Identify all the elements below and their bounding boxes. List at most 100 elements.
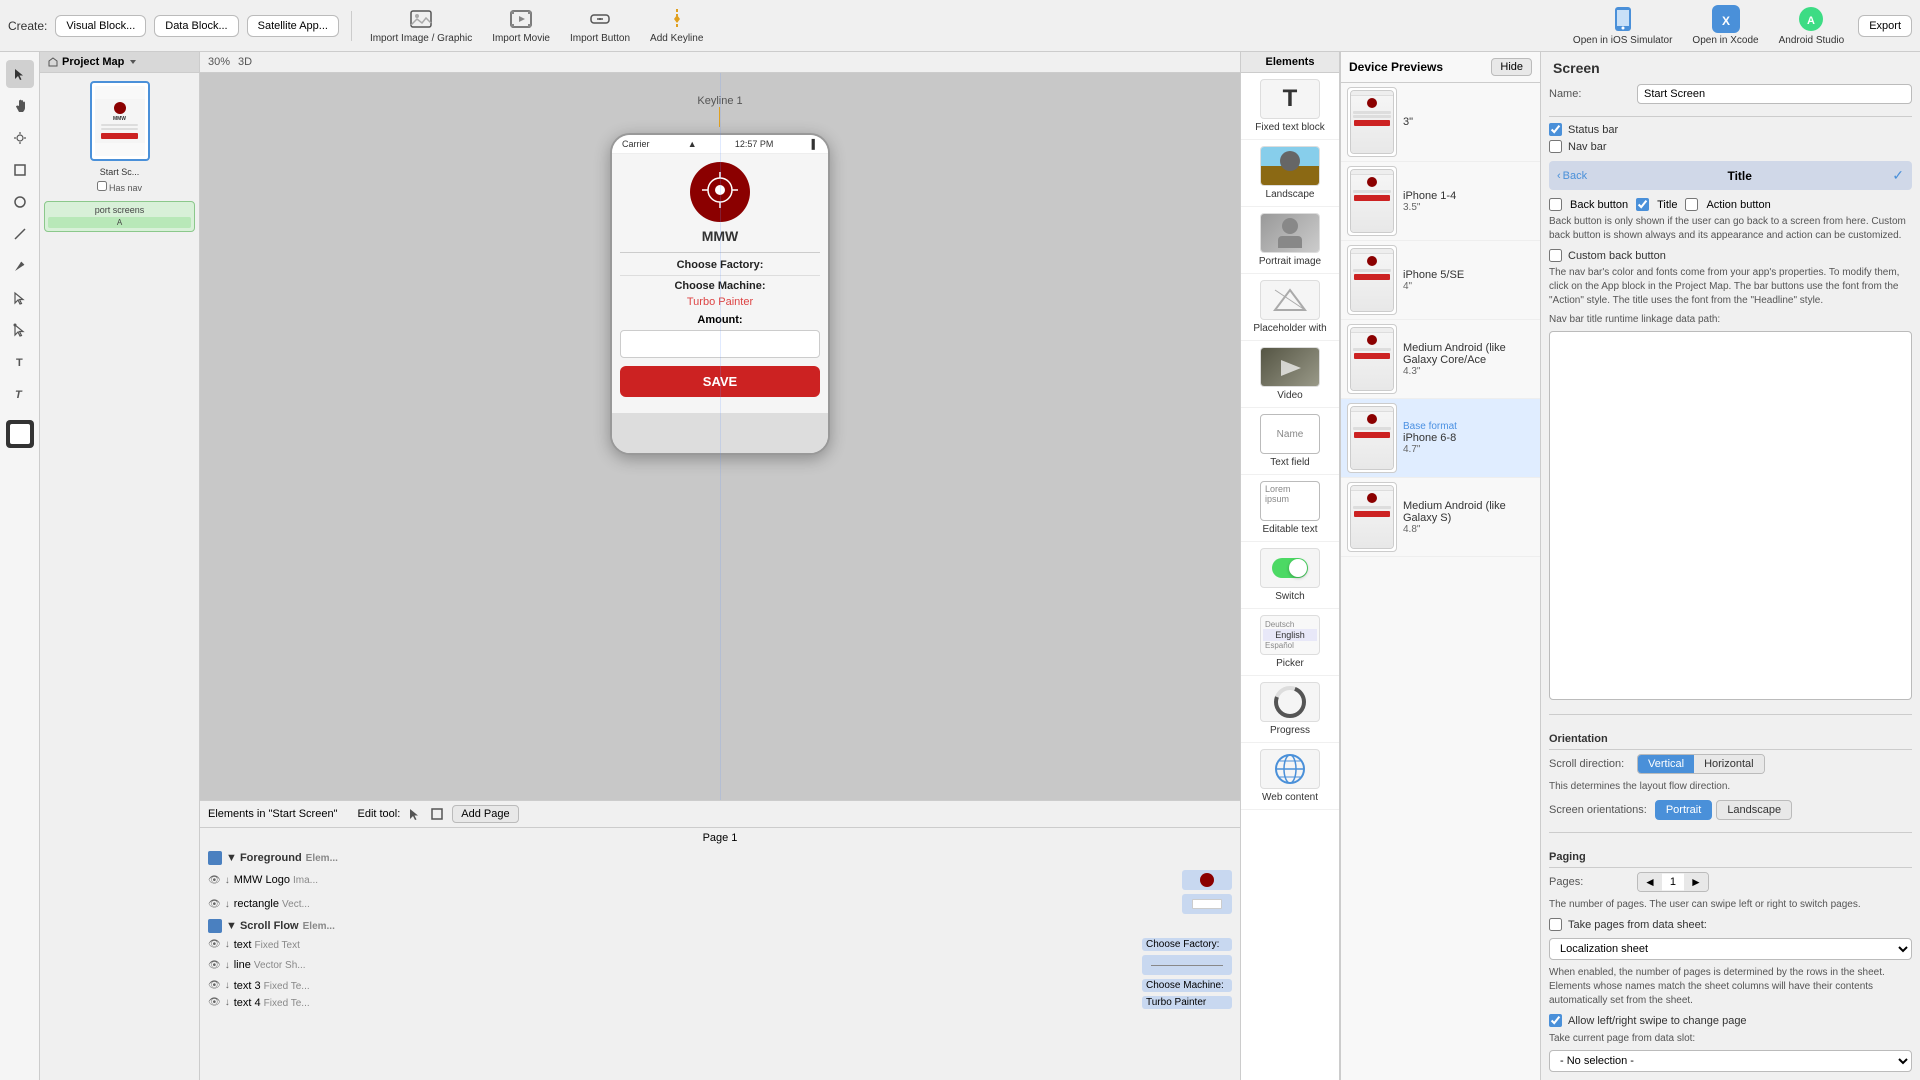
element-picker[interactable]: Deutsch English Español Picker [1241, 609, 1339, 676]
add-page-button[interactable]: Add Page [452, 805, 518, 823]
has-nav-checkbox[interactable] [97, 181, 107, 191]
line-name: line Vector Sh... [234, 959, 1138, 971]
phone-save-button[interactable]: SAVE [620, 366, 820, 397]
cursor-tool[interactable] [6, 60, 34, 88]
text-tool[interactable]: T [6, 348, 34, 376]
open-ios-simulator-button[interactable]: Open in iOS Simulator [1567, 3, 1679, 48]
take-pages-checkbox[interactable] [1549, 918, 1562, 931]
back-button-checkbox[interactable] [1549, 198, 1562, 211]
canvas-main: Keyline 1 Carrier ▲ 12:57 PM ▌ [200, 73, 1240, 800]
select3-tool[interactable] [6, 316, 34, 344]
editable-text-thumb: Lorem ipsum [1260, 481, 1320, 521]
pages-increment-button[interactable]: ► [1684, 873, 1708, 891]
element-placeholder[interactable]: Placeholder with [1241, 274, 1339, 341]
title-checkbox[interactable] [1636, 198, 1649, 211]
portrait-btn[interactable]: Portrait [1655, 800, 1712, 820]
vertical-btn[interactable]: Vertical [1638, 755, 1694, 773]
horizontal-btn[interactable]: Horizontal [1694, 755, 1764, 773]
satellite-app-button[interactable]: Satellite App... [247, 15, 339, 37]
select2-tool[interactable] [6, 284, 34, 312]
nav-bar-checkbox[interactable] [1549, 140, 1562, 153]
color-swatch[interactable] [6, 420, 34, 448]
mini-phone-btn5 [1354, 432, 1390, 438]
mmw-logo-row[interactable]: 👁 ↓ MMW Logo Ima... [204, 868, 1236, 892]
line-eye-icon[interactable]: 👁 [208, 960, 221, 971]
import-image-button[interactable]: Import Image / Graphic [364, 5, 478, 46]
element-editable-text[interactable]: Lorem ipsum Editable text [1241, 475, 1339, 542]
device-item-android-medium[interactable]: Medium Android (like Galaxy Core/Ace 4.3… [1341, 320, 1540, 399]
text-fixed-text-row[interactable]: 👁 ↓ text Fixed Text Choose Factory: [204, 936, 1236, 953]
element-switch[interactable]: Switch [1241, 542, 1339, 609]
svg-text:T: T [16, 357, 23, 369]
screen-name-input[interactable] [1637, 84, 1912, 104]
circle-icon [13, 195, 27, 209]
pages-value: 1 [1662, 874, 1684, 890]
text3-row[interactable]: 👁 ↓ text 3 Fixed Te... Choose Machine: [204, 977, 1236, 994]
foreground-group-header[interactable]: ▼ Foreground Elem... [204, 848, 1236, 868]
screen-thumbnail[interactable]: MMW [90, 81, 150, 161]
device-item-3inch[interactable]: 3" [1341, 83, 1540, 162]
phone-brand: MMW [620, 228, 820, 244]
export-button[interactable]: Export [1858, 15, 1912, 37]
device-item-android-s[interactable]: Medium Android (like Galaxy S) 4.8" [1341, 478, 1540, 557]
line-tool[interactable] [6, 220, 34, 248]
action-button-checkbox[interactable] [1685, 198, 1698, 211]
device-item-iphone14[interactable]: iPhone 1-4 3.5" [1341, 162, 1540, 241]
nav-color-info: The nav bar's color and fonts come from … [1549, 266, 1912, 308]
text4-eye-icon[interactable]: 👁 [208, 997, 221, 1008]
visual-block-button[interactable]: Visual Block... [55, 15, 146, 37]
rect-tool[interactable] [6, 156, 34, 184]
text4-row[interactable]: 👁 ↓ text 4 Fixed Te... Turbo Painter [204, 994, 1236, 1011]
landscape-btn[interactable]: Landscape [1716, 800, 1792, 820]
custom-back-checkbox[interactable] [1549, 249, 1562, 262]
mmw-logo-eye-icon[interactable]: 👁 [208, 875, 221, 886]
orientation-section: Orientation [1549, 729, 1912, 750]
element-fixed-text-block[interactable]: T Fixed text block [1241, 73, 1339, 140]
data-block-button[interactable]: Data Block... [154, 15, 238, 37]
nav-title-path-input[interactable] [1549, 331, 1912, 700]
nav-bar-preview: ‹ Back Title ✓ [1549, 161, 1912, 190]
rectangle-eye-icon[interactable]: 👁 [208, 899, 221, 910]
add-keyline-button[interactable]: Add Keyline [644, 5, 709, 46]
mini-phone-logo-iphone68 [1367, 414, 1377, 424]
text2-tool[interactable]: T [6, 380, 34, 408]
switch-label: Switch [1275, 591, 1304, 602]
android-studio-button[interactable]: A Android Studio [1773, 3, 1851, 48]
screen-item[interactable]: MMW Start Sc... Has nav [44, 77, 195, 193]
pages-decrement-button[interactable]: ◄ [1638, 873, 1662, 891]
allow-swipe-checkbox[interactable] [1549, 1014, 1562, 1027]
paint-tool[interactable] [6, 252, 34, 280]
open-xcode-button[interactable]: X Open in Xcode [1686, 3, 1764, 48]
rectangle-row[interactable]: 👁 ↓ rectangle Vect... [204, 892, 1236, 916]
screen-orient-label: Screen orientations: [1549, 804, 1647, 816]
localization-sheet-select[interactable]: Localization sheet [1549, 938, 1912, 960]
circle-tool[interactable] [6, 188, 34, 216]
text3-eye-icon[interactable]: 👁 [208, 980, 221, 991]
scroll-flow-group-header[interactable]: ▼ Scroll Flow Elem... [204, 916, 1236, 936]
import-screens-area[interactable]: port screens A [44, 201, 195, 232]
device-item-iphone5se[interactable]: iPhone 5/SE 4" [1341, 241, 1540, 320]
element-web-content[interactable]: Web content [1241, 743, 1339, 810]
import-movie-button[interactable]: Import Movie [486, 5, 556, 46]
device-item-iphone68[interactable]: Base format iPhone 6-8 4.7" [1341, 399, 1540, 478]
current-page-select[interactable]: - No selection - [1549, 1050, 1912, 1072]
phone-choose-factory: Choose Factory: [620, 259, 820, 271]
hide-device-previews-button[interactable]: Hide [1491, 58, 1532, 76]
element-progress[interactable]: Progress [1241, 676, 1339, 743]
element-portrait-image[interactable]: Portrait image [1241, 207, 1339, 274]
element-video[interactable]: Video [1241, 341, 1339, 408]
status-bar-checkbox[interactable] [1549, 123, 1562, 136]
hand-tool[interactable] [6, 92, 34, 120]
pen-tool[interactable] [6, 124, 34, 152]
device-thumb-iphone5se [1347, 245, 1397, 315]
line-vector-row[interactable]: 👁 ↓ line Vector Sh... [204, 953, 1236, 977]
phone-amount-label: Amount: [620, 314, 820, 326]
element-landscape[interactable]: Landscape [1241, 140, 1339, 207]
phone-machine-value[interactable]: Turbo Painter [620, 296, 820, 308]
element-text-field[interactable]: Name Text field [1241, 408, 1339, 475]
phone-input[interactable] [620, 330, 820, 358]
import-screens-btn[interactable]: A [48, 217, 191, 228]
device-info-iphone5se: iPhone 5/SE 4" [1403, 269, 1464, 292]
text-eye-icon[interactable]: 👁 [208, 939, 221, 950]
import-button-button[interactable]: Import Button [564, 5, 636, 46]
